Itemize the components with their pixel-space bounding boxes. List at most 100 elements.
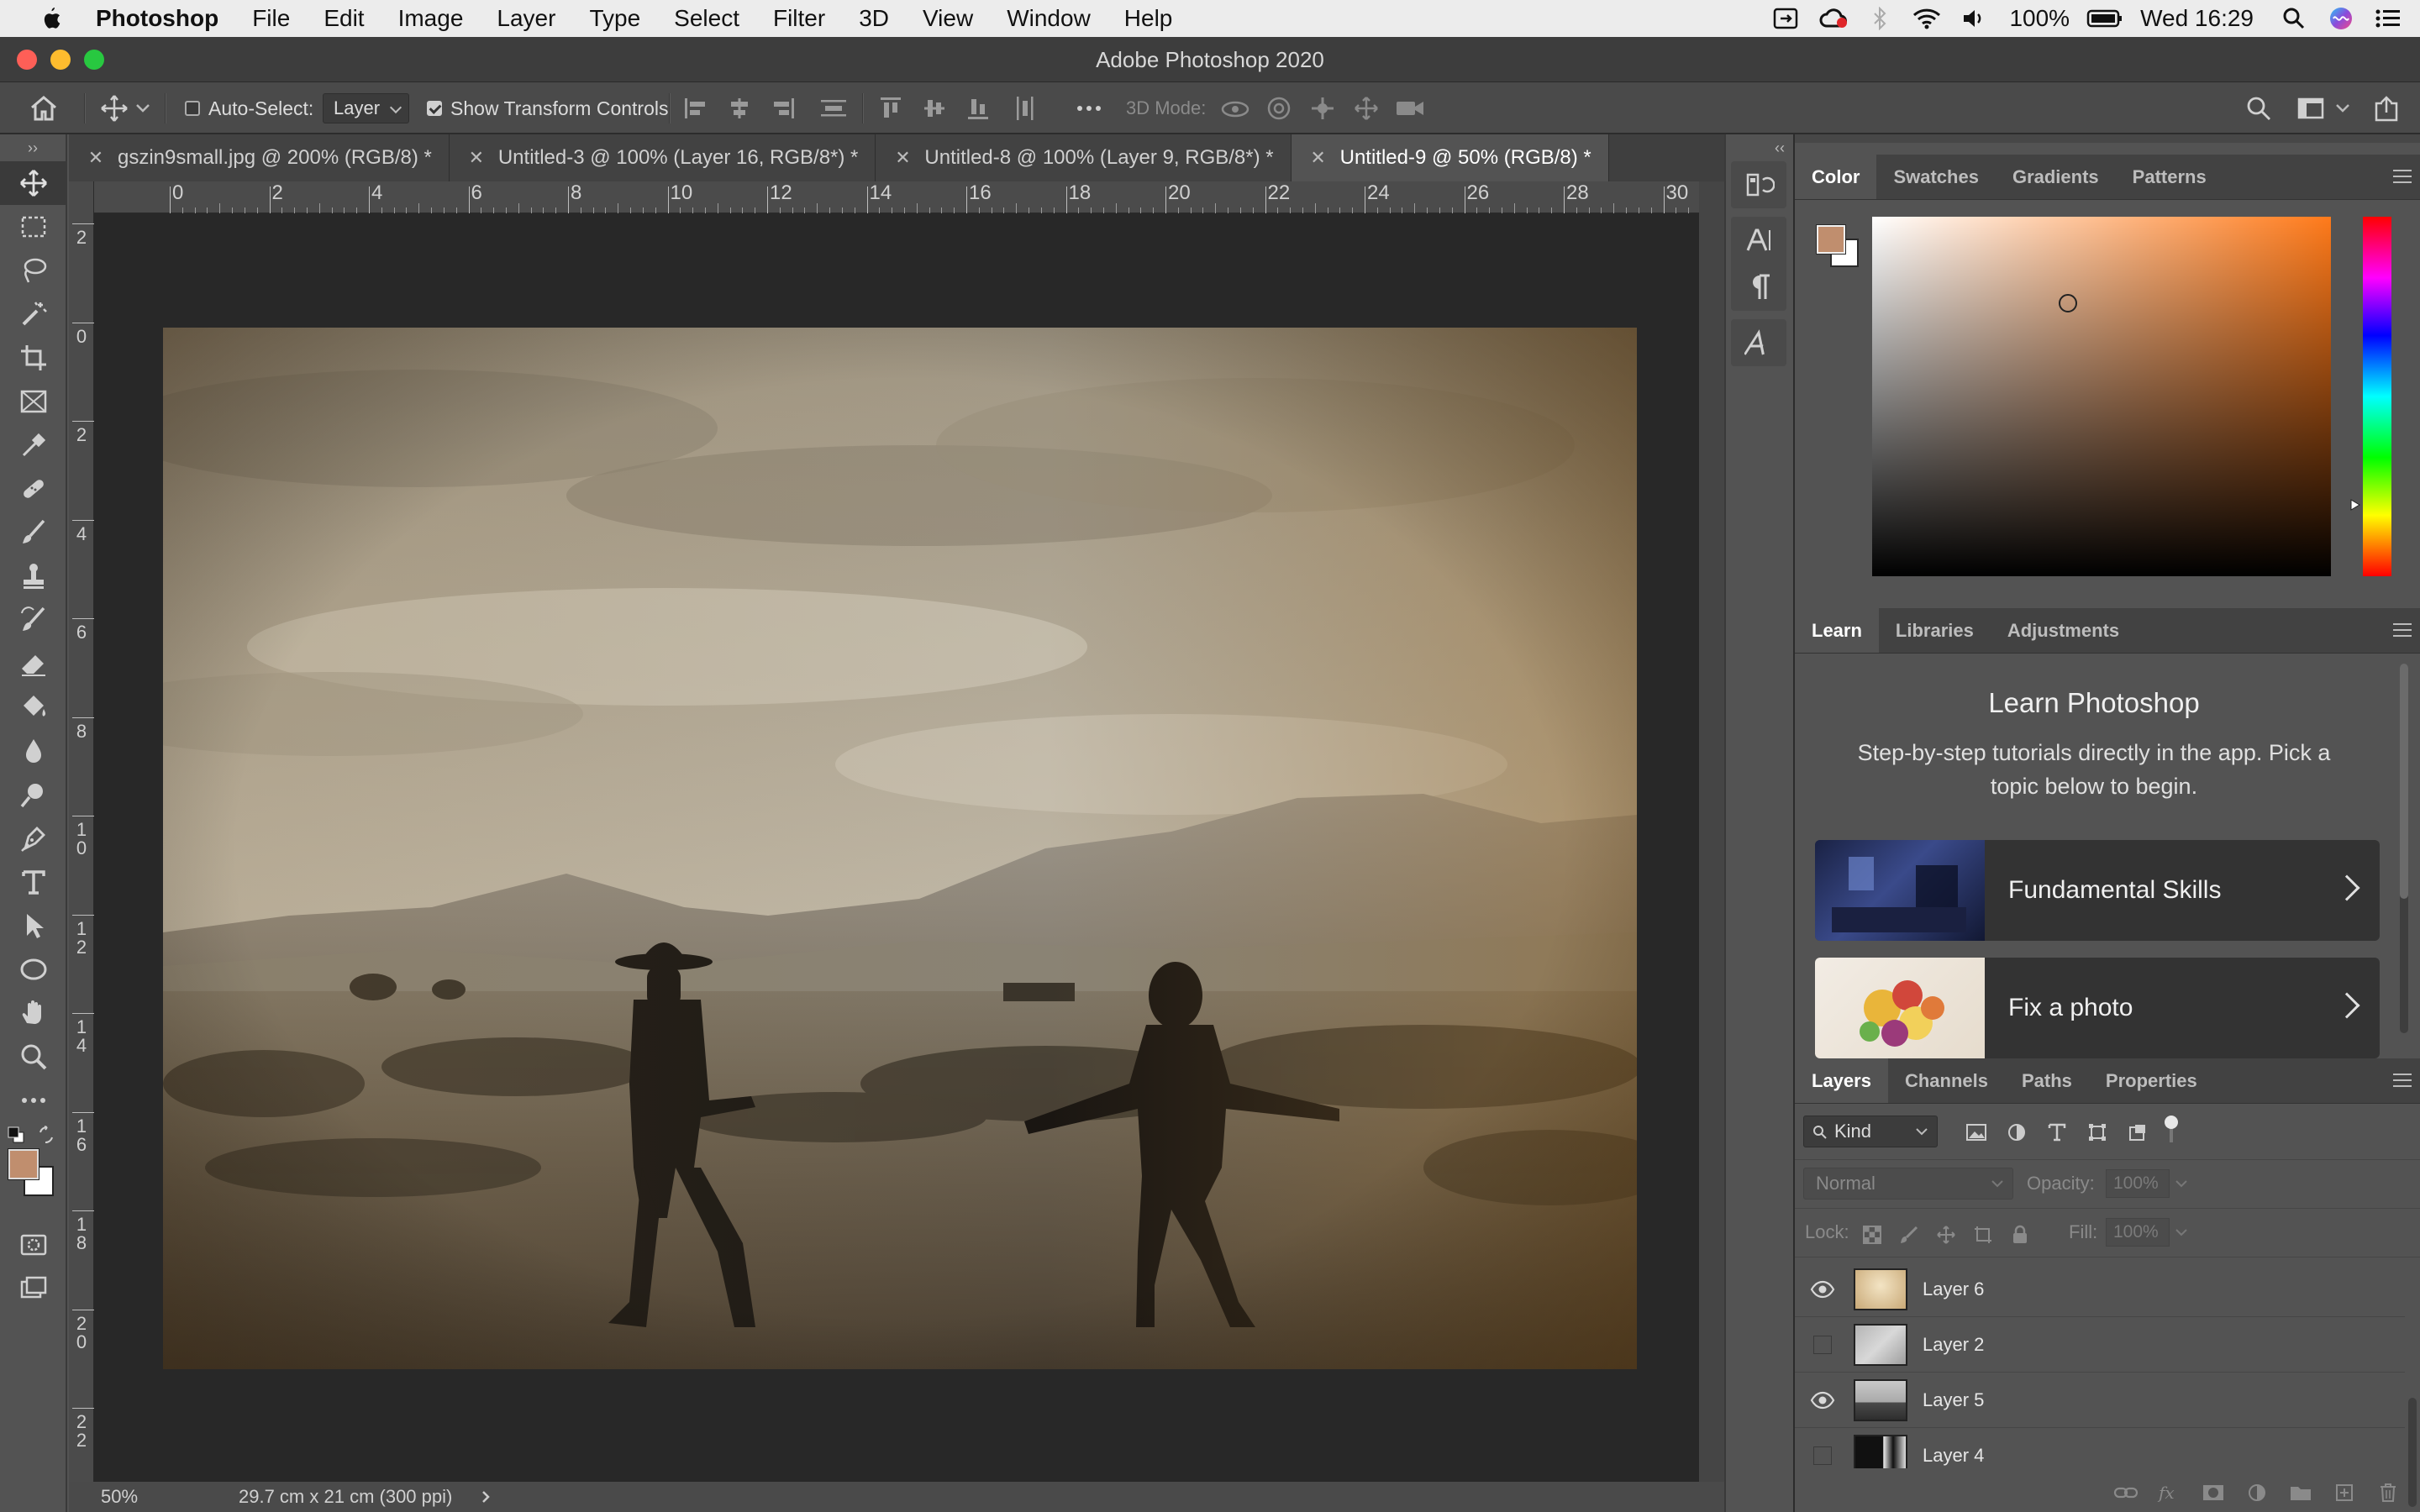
learn-card-fix-a-photo[interactable]: Fix a photo [1815,958,2380,1058]
healing-brush-tool-icon[interactable] [0,467,67,511]
align-top-icon[interactable] [874,92,908,125]
color-field[interactable] [1872,217,2331,576]
tab-channels[interactable]: Channels [1888,1058,2005,1103]
close-tab-icon[interactable]: ✕ [466,147,487,169]
slide-3d-icon[interactable] [1349,92,1383,125]
filter-pixel-icon[interactable] [1960,1116,1993,1149]
menu-file[interactable]: File [235,0,307,37]
lock-transparent-pixels-icon[interactable] [1857,1218,1887,1252]
menu-type[interactable]: Type [572,0,657,37]
ellipse-tool-icon[interactable] [0,948,67,991]
eye-icon[interactable] [1810,1280,1835,1299]
more-options-icon[interactable] [1072,92,1106,125]
move-tool-preset-icon[interactable] [97,92,131,125]
wifi-icon[interactable] [1903,0,1950,37]
menu-3d[interactable]: 3D [842,0,906,37]
close-tab-icon[interactable]: ✕ [1308,147,1328,169]
search-icon[interactable] [2242,92,2275,125]
quick-mask-icon[interactable] [0,1223,67,1267]
tab-gradients[interactable]: Gradients [1996,155,2116,199]
foreground-color-swatch[interactable] [8,1148,39,1180]
filter-shape-icon[interactable] [2081,1116,2114,1149]
character-panel-icon[interactable] [1731,217,1788,264]
visibility-toggle-off[interactable] [1813,1336,1832,1354]
add-mask-icon[interactable] [2196,1476,2230,1509]
move-tool-icon[interactable] [0,161,67,205]
layer-name[interactable]: Layer 5 [1923,1373,1984,1428]
document-tab[interactable]: ✕ Untitled-8 @ 100% (Layer 9, RGB/8*) * [876,134,1292,181]
tab-adjustments[interactable]: Adjustments [1991,608,2136,653]
distribute-horizontal-icon[interactable] [1008,92,1042,125]
new-group-folder-icon[interactable] [2284,1476,2317,1509]
screen-share-icon[interactable] [1762,0,1809,37]
lasso-tool-icon[interactable] [0,249,67,292]
layer-name[interactable]: Layer 4 [1923,1428,1984,1468]
scale-3d-video-icon[interactable] [1393,92,1427,125]
align-left-icon[interactable] [679,92,713,125]
siri-icon[interactable] [2317,0,2365,37]
learn-scrollbar-thumb[interactable] [2400,664,2408,899]
eraser-tool-icon[interactable] [0,642,67,685]
vertical-scrollbar[interactable] [1699,181,1724,1482]
hue-slider-handle[interactable] [2349,498,2361,512]
align-vertical-center-icon[interactable] [918,92,951,125]
volume-icon[interactable] [1950,0,1997,37]
document-tab[interactable]: ✕ Untitled-3 @ 100% (Layer 16, RGB/8*) * [449,134,876,181]
menu-image[interactable]: Image [381,0,481,37]
glyphs-panel-icon[interactable] [1731,319,1788,366]
auto-select-checkbox[interactable] [185,101,200,116]
pan-3d-icon[interactable] [1306,92,1339,125]
brush-tool-icon[interactable] [0,511,67,554]
lock-image-pixels-icon[interactable] [1894,1218,1924,1252]
auto-select-target-dropdown[interactable]: Layer [323,93,410,123]
home-icon[interactable] [27,92,60,125]
vertical-ruler[interactable]: 2 0 2 4 6 8 1 0 1 2 1 4 1 6 1 8 2 0 2 2 [69,181,94,1482]
align-horizontal-center-icon[interactable] [723,92,756,125]
swap-colors-icon[interactable] [37,1126,55,1144]
filter-smart-object-icon[interactable] [2121,1116,2154,1149]
magic-wand-tool-icon[interactable] [0,292,67,336]
lock-artboard-icon[interactable] [1968,1218,1998,1252]
menu-view[interactable]: View [906,0,990,37]
creative-cloud-icon[interactable] [1809,0,1856,37]
paint-bucket-tool-icon[interactable] [0,685,67,729]
frame-tool-icon[interactable] [0,380,67,423]
history-panel-icon[interactable] [1731,161,1788,208]
more-tools-icon[interactable] [0,1079,67,1122]
layer-name[interactable]: Layer 2 [1923,1317,1984,1373]
eye-icon[interactable] [1810,1391,1835,1410]
link-layers-icon[interactable] [2109,1476,2143,1509]
type-tool-icon[interactable] [0,860,67,904]
foreground-color-chip[interactable] [1816,224,1846,255]
filter-type-icon[interactable] [2040,1116,2074,1149]
spotlight-search-icon[interactable] [2270,0,2317,37]
roll-3d-icon[interactable] [1262,92,1296,125]
tab-patterns[interactable]: Patterns [2116,155,2223,199]
new-layer-icon[interactable] [2328,1476,2361,1509]
align-right-icon[interactable] [766,92,800,125]
orbit-3d-icon[interactable] [1218,92,1252,125]
layer-row[interactable]: Layer 5 [1795,1373,2405,1428]
document-size[interactable]: 29.7 cm x 21 cm (300 ppi) [239,1486,452,1508]
canvas-area[interactable] [94,213,1699,1482]
menu-help[interactable]: Help [1107,0,1190,37]
menu-filter[interactable]: Filter [756,0,842,37]
opacity-input[interactable]: 100% [2106,1169,2170,1198]
tab-properties[interactable]: Properties [2089,1058,2214,1103]
blur-tool-icon[interactable] [0,729,67,773]
filter-adjustment-icon[interactable] [2000,1116,2033,1149]
document-tab-active[interactable]: ✕ Untitled-9 @ 50% (RGB/8) * [1291,134,1609,181]
tab-color[interactable]: Color [1795,155,1877,199]
lock-all-icon[interactable] [2005,1218,2035,1252]
layer-row[interactable]: Layer 4 [1795,1428,2405,1468]
fill-input[interactable]: 100% [2106,1218,2170,1247]
panel-menu-icon[interactable] [2393,170,2412,183]
horizontal-ruler[interactable]: 0 2 4 6 8 10 12 14 16 18 20 22 24 26 28 30 [94,181,1752,213]
color-picker-handle[interactable] [2059,294,2077,312]
apple-icon[interactable] [34,0,67,37]
learn-scrollbar[interactable] [2400,664,2408,1033]
align-bottom-icon[interactable] [961,92,995,125]
tab-swatches[interactable]: Swatches [1876,155,1996,199]
default-colors-icon[interactable] [7,1126,25,1144]
tab-learn[interactable]: Learn [1795,608,1879,653]
